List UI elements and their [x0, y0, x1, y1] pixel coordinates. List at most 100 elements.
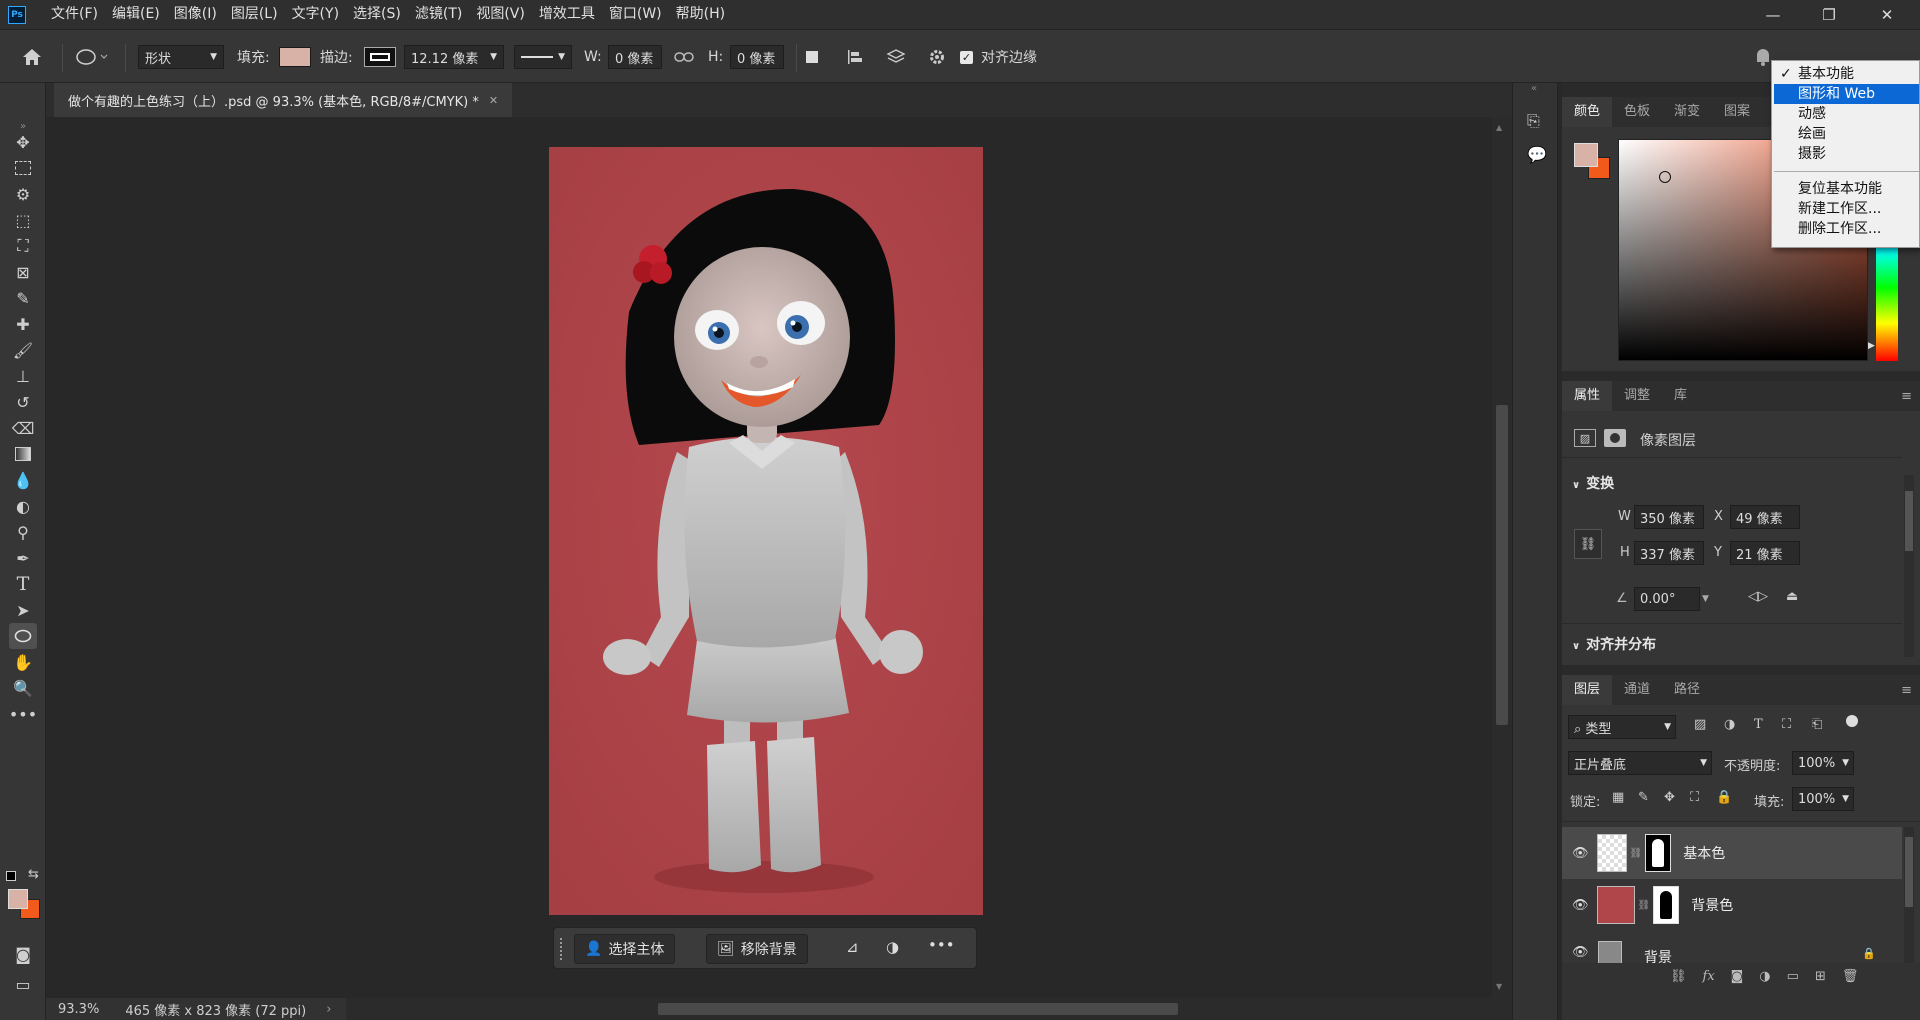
tab-adjustments[interactable]: 调整	[1612, 381, 1662, 411]
hand-tool-icon[interactable]: ✋	[9, 649, 37, 675]
minimize-button[interactable]: —	[1750, 0, 1796, 29]
chevron-right-icon[interactable]: ›	[326, 1002, 331, 1017]
quick-select-tool-icon[interactable]: ⬚	[9, 207, 37, 233]
properties-scrollbar[interactable]	[1904, 475, 1914, 657]
link-icon[interactable]: ⛓	[1638, 900, 1651, 911]
visibility-eye-icon[interactable]: 👁	[1572, 898, 1589, 913]
scroll-down-icon[interactable]: ▼	[1496, 982, 1502, 991]
align-distribute-section-header[interactable]: ∨ 对齐并分布	[1572, 634, 1656, 654]
lock-artboard-icon[interactable]: ⛶	[1690, 790, 1699, 805]
flip-horizontal-icon[interactable]: ◁▷	[1748, 589, 1768, 604]
tab-paths[interactable]: 路径	[1662, 675, 1712, 705]
swap-colors-icon[interactable]: ⇆	[28, 867, 39, 882]
lock-transparency-icon[interactable]: ▦	[1612, 790, 1624, 805]
new-group-icon[interactable]: ▭	[1787, 969, 1799, 984]
transform-y-field[interactable]: 21 像素	[1730, 541, 1800, 565]
remove-background-button[interactable]: 🖼 移除背景	[706, 934, 808, 964]
zoom-level[interactable]: 93.3%	[58, 1002, 99, 1017]
tab-libraries[interactable]: 库	[1662, 381, 1699, 411]
tab-swatches[interactable]: 色板	[1612, 97, 1662, 127]
layer-row-bg-color[interactable]: 👁 ⛓ 背景色	[1562, 879, 1902, 931]
screen-mode-icon[interactable]: ▭	[9, 971, 37, 997]
transform-icon[interactable]: ⊿	[846, 938, 859, 956]
close-window-button[interactable]: ✕	[1864, 0, 1910, 29]
layer-filter-dropdown[interactable]: ⌕ 类型 ▼	[1568, 715, 1676, 739]
add-mask-icon[interactable]: ◙	[1731, 969, 1744, 984]
scroll-up-icon[interactable]: ▲	[1496, 123, 1502, 132]
fill-opacity-field[interactable]: 100% ▼	[1792, 787, 1854, 811]
visibility-eye-icon[interactable]: 👁	[1572, 846, 1589, 861]
object-selection-tool-icon[interactable]: ⚙	[9, 181, 37, 207]
restore-button[interactable]: ❐	[1806, 0, 1852, 29]
history-brush-tool-icon[interactable]: ↺	[9, 389, 37, 415]
lock-position-icon[interactable]: ✥	[1664, 790, 1675, 805]
flip-vertical-icon[interactable]: ⏏	[1786, 589, 1798, 604]
layer-mask-thumbnail[interactable]	[1645, 834, 1672, 872]
eyedropper-tool-icon[interactable]: ✎	[9, 285, 37, 311]
width-input[interactable]: 0 像素	[608, 45, 662, 69]
menu-window[interactable]: 窗口(W)	[602, 0, 669, 29]
delete-workspace-item[interactable]: 删除工作区...	[1774, 219, 1919, 239]
stroke-type-dropdown[interactable]: ▼	[514, 45, 572, 69]
delete-layer-icon[interactable]: 🗑	[1842, 969, 1859, 984]
clone-stamp-tool-icon[interactable]: ⊥	[9, 363, 37, 389]
align-edges-checkbox[interactable]: ✓	[960, 50, 973, 64]
color-panel-foreground-swatch[interactable]	[1574, 143, 1598, 167]
default-colors-icon[interactable]	[6, 871, 16, 881]
shape-mode-dropdown[interactable]: 形状 ▼	[138, 45, 224, 69]
adjustment-icon[interactable]: ◑	[886, 938, 899, 956]
marquee-tool-icon[interactable]	[9, 155, 37, 181]
drag-handle-icon[interactable]	[560, 938, 564, 960]
menu-select[interactable]: 选择(S)	[346, 0, 408, 29]
transform-x-field[interactable]: 49 像素	[1730, 505, 1800, 529]
new-workspace-item[interactable]: 新建工作区...	[1774, 199, 1919, 219]
filter-shape-icon[interactable]: ⛶	[1782, 717, 1791, 732]
menu-plugins[interactable]: 增效工具	[532, 0, 602, 29]
panel-menu-icon[interactable]: ≡	[1901, 683, 1912, 698]
layer-row-background[interactable]: 👁 背景 🔒	[1562, 931, 1902, 963]
filter-pixel-icon[interactable]: ▨	[1694, 717, 1706, 732]
path-alignment-icon[interactable]	[846, 30, 864, 84]
sponge-tool-icon[interactable]: ⚲	[9, 519, 37, 545]
ellipse-tool-icon[interactable]	[9, 623, 37, 649]
workspace-item-motion[interactable]: 动感	[1774, 104, 1919, 124]
transform-width-field[interactable]: 350 像素	[1634, 505, 1704, 529]
ellipse-tool-preset-icon[interactable]	[74, 30, 110, 84]
menu-edit[interactable]: 编辑(E)	[105, 0, 167, 29]
zoom-tool-icon[interactable]: 🔍	[9, 675, 37, 701]
fill-color-swatch[interactable]	[279, 47, 311, 67]
frame-tool-icon[interactable]: ⊠	[9, 259, 37, 285]
link-layers-icon[interactable]: ⛓	[1670, 969, 1687, 984]
menu-filter[interactable]: 滤镜(T)	[408, 0, 469, 29]
tab-layers[interactable]: 图层	[1562, 675, 1613, 705]
link-dimensions-icon[interactable]	[674, 30, 694, 84]
tab-channels[interactable]: 通道	[1612, 675, 1662, 705]
brush-tool-icon[interactable]: 🖌	[9, 337, 37, 363]
reset-workspace-item[interactable]: 复位基本功能	[1774, 179, 1919, 199]
tab-properties[interactable]: 属性	[1562, 381, 1613, 411]
lock-all-icon[interactable]: 🔒	[1716, 790, 1732, 805]
crop-tool-icon[interactable]: ⛶	[9, 233, 37, 259]
height-input[interactable]: 0 像素	[730, 45, 784, 69]
menu-type[interactable]: 文字(Y)	[285, 0, 346, 29]
blend-mode-dropdown[interactable]: 正片叠底 ▼	[1568, 751, 1712, 775]
more-tools-icon[interactable]: •••	[9, 701, 37, 727]
rotation-angle-field[interactable]: 0.00°	[1634, 587, 1700, 611]
quick-mask-icon[interactable]: ◙	[9, 941, 37, 967]
visibility-eye-icon[interactable]: 👁	[1572, 945, 1589, 960]
panel-menu-icon[interactable]: ≡	[1901, 389, 1912, 404]
tab-color[interactable]: 颜色	[1562, 97, 1613, 127]
transform-height-field[interactable]: 337 像素	[1634, 541, 1704, 565]
pen-tool-icon[interactable]: ✒	[9, 545, 37, 571]
layer-row-base-color[interactable]: 👁 ⛓ 基本色	[1562, 827, 1902, 879]
gradient-tool-icon[interactable]	[9, 441, 37, 467]
hue-slider-handle-icon[interactable]: ▶	[1868, 341, 1875, 351]
tab-gradients[interactable]: 渐变	[1662, 97, 1712, 127]
close-tab-icon[interactable]: ✕	[489, 94, 498, 107]
path-selection-tool-icon[interactable]: ➤	[9, 597, 37, 623]
document-canvas[interactable]	[549, 147, 983, 915]
filter-toggle-icon[interactable]	[1846, 715, 1858, 727]
menu-view[interactable]: 视图(V)	[469, 0, 532, 29]
stroke-width-field[interactable]: 12.12 像素 ▼	[404, 45, 504, 69]
opacity-field[interactable]: 100% ▼	[1792, 751, 1854, 775]
